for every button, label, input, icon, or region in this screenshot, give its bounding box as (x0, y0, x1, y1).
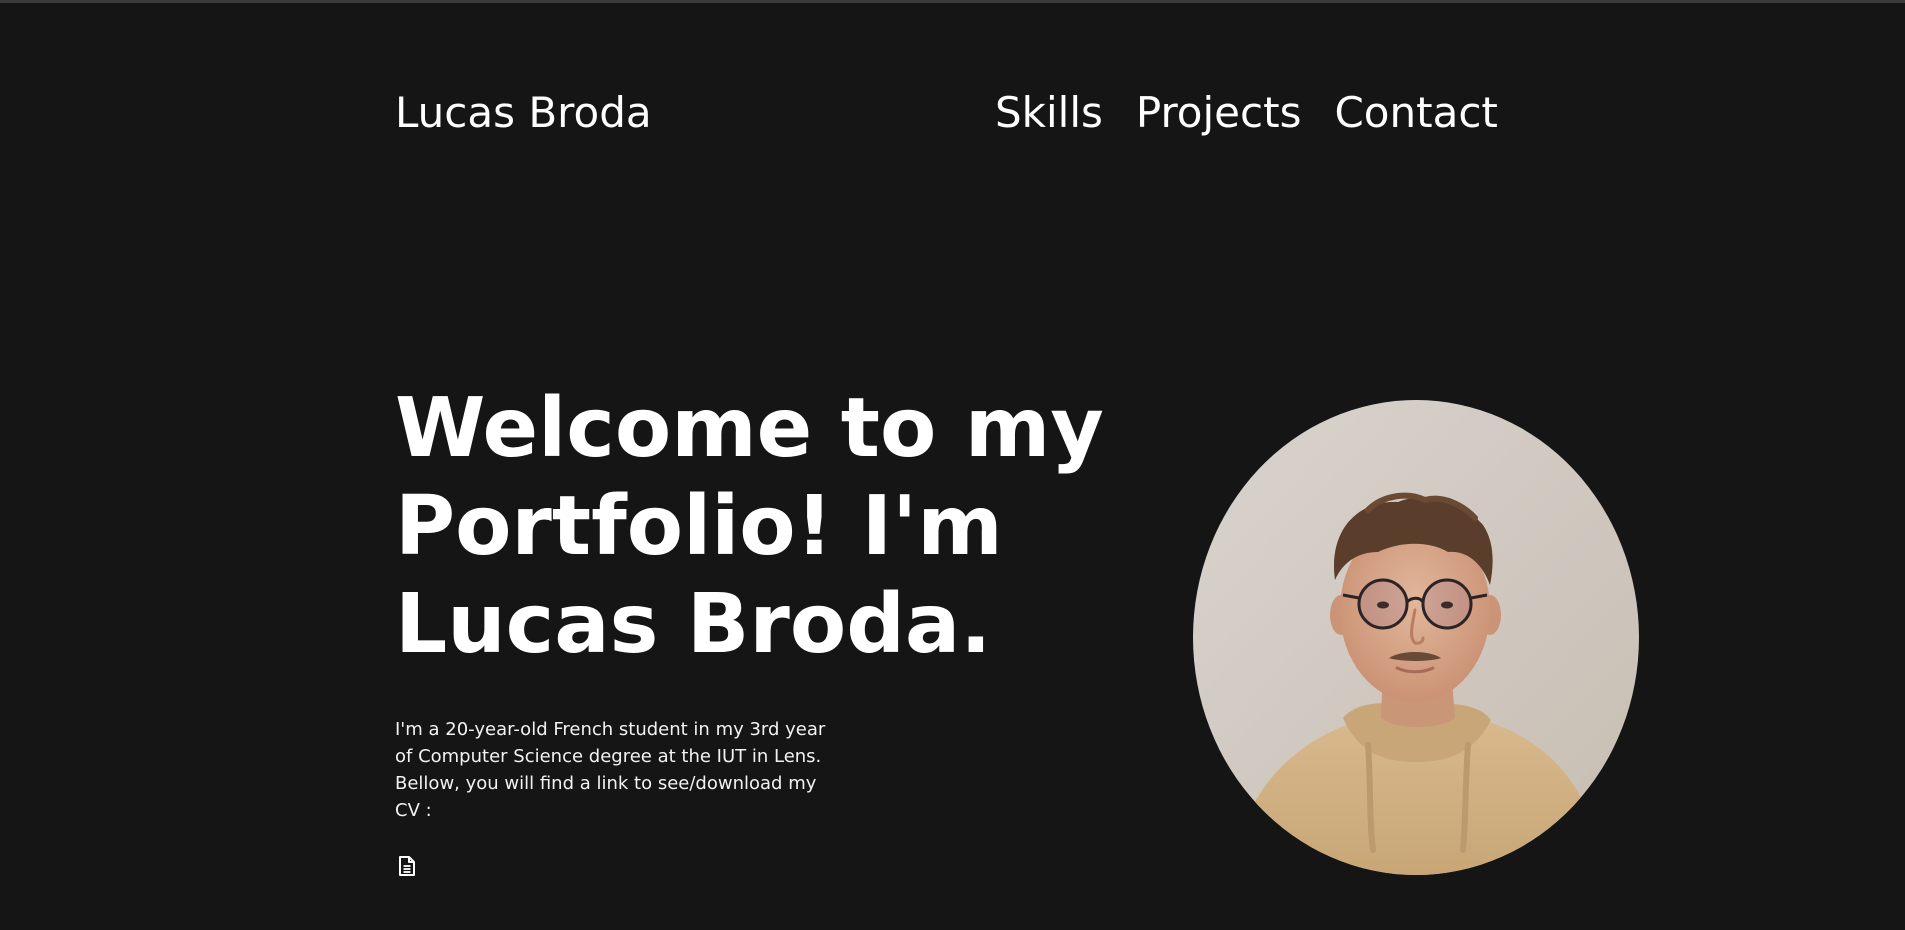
brand-name[interactable]: Lucas Broda (395, 88, 652, 138)
portrait-illustration (1193, 400, 1639, 875)
top-border (0, 0, 1905, 3)
profile-photo (1193, 400, 1639, 875)
hero-description: I'm a 20-year-old French student in my 3… (395, 719, 826, 821)
nav-item-projects[interactable]: Projects (1136, 88, 1302, 138)
nav-item-contact[interactable]: Contact (1334, 88, 1497, 138)
hero-title: Welcome to my Portfolio! I'm Lucas Broda… (395, 381, 1104, 672)
cv-download-link[interactable] (396, 854, 418, 878)
document-icon (399, 856, 415, 876)
nav-item-skills[interactable]: Skills (995, 88, 1103, 138)
main-nav: Skills Projects Contact (995, 88, 1498, 138)
